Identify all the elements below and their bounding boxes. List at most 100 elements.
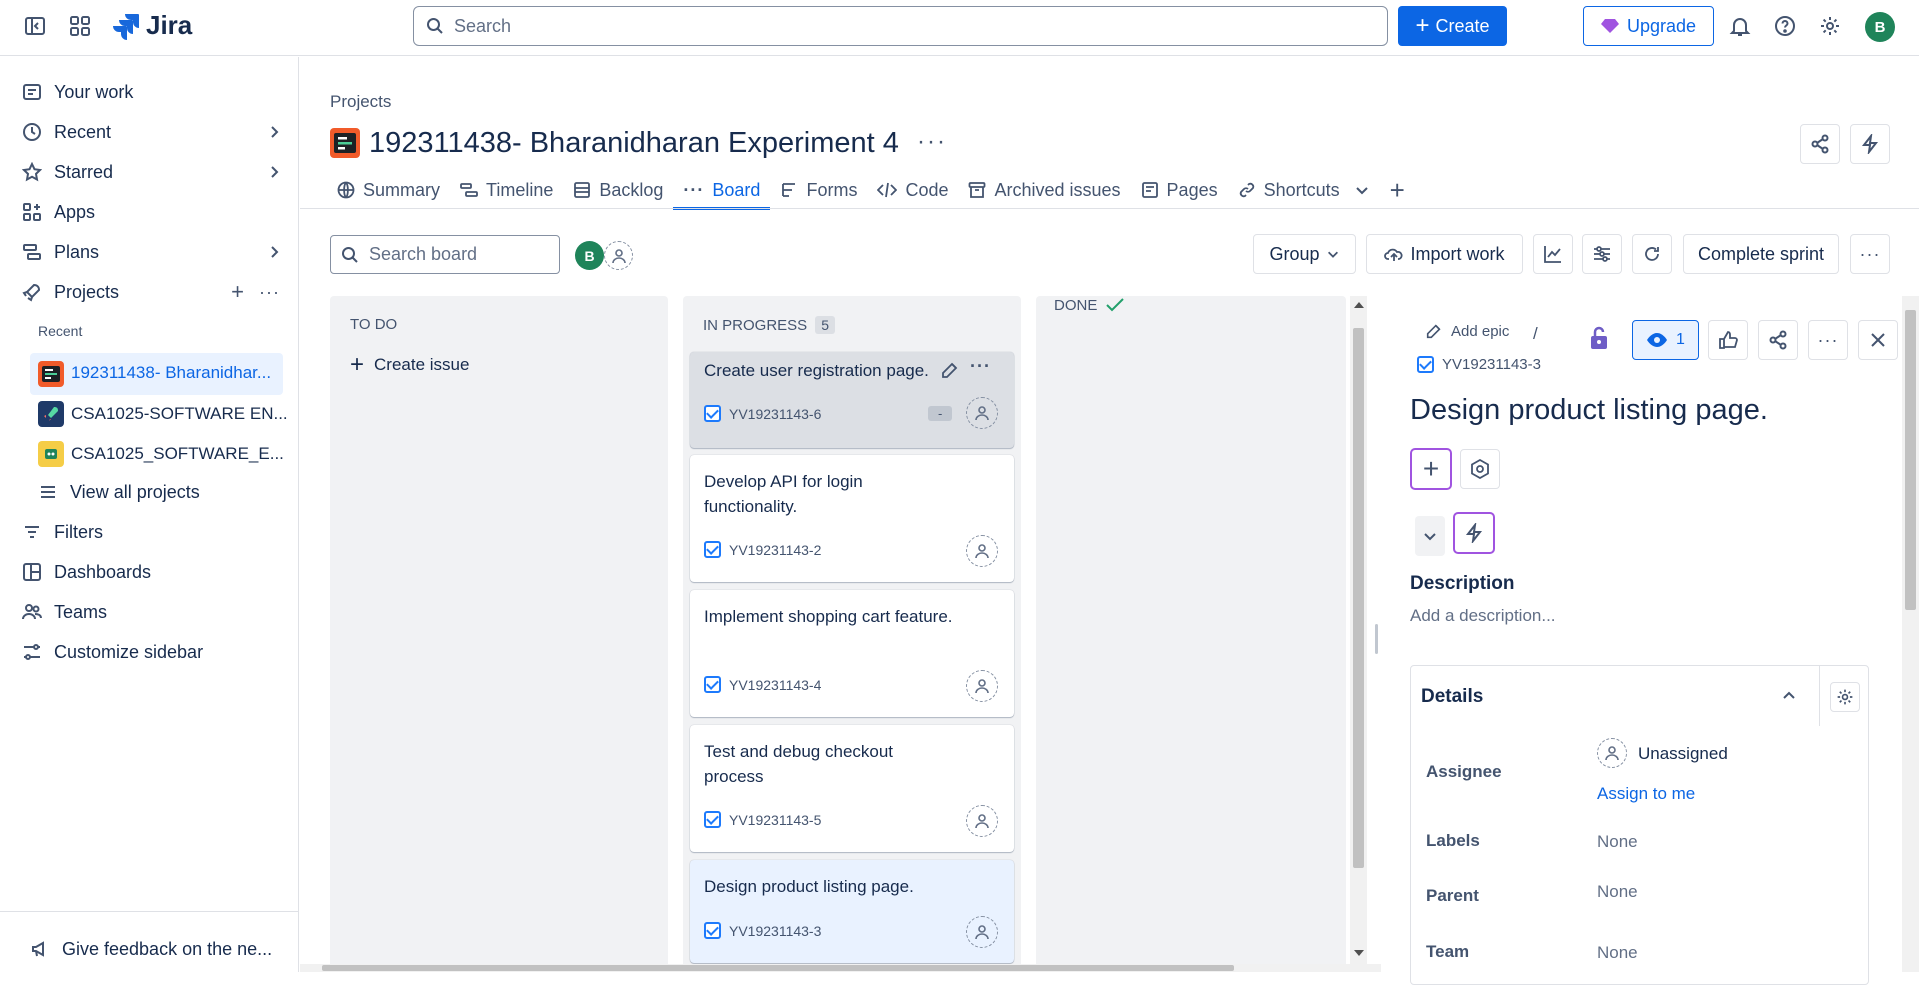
user-avatar[interactable]: B [1865, 12, 1895, 42]
add-child-plus-button[interactable]: + [1410, 448, 1452, 490]
sidebar-toggle-icon[interactable] [19, 10, 51, 42]
create-button[interactable]: + Create [1398, 6, 1507, 46]
issue-key-link[interactable]: YV19231143-3 [1417, 356, 1541, 373]
sidebar-item-starred[interactable]: Starred [22, 154, 282, 190]
board-horizontal-scrollbar[interactable] [300, 964, 1381, 972]
labels-value[interactable]: None [1597, 832, 1638, 852]
tab-forms[interactable]: Forms [770, 173, 867, 207]
team-value[interactable]: None [1597, 943, 1638, 963]
sidebar-recent-project-active[interactable]: 192311438- Bharanidhar... [30, 353, 283, 395]
apps-gear-icon[interactable] [1460, 449, 1500, 489]
panel-resize-handle[interactable] [1375, 624, 1378, 654]
view-settings-sliders-icon[interactable] [1582, 234, 1622, 274]
sidebar-item-label: Dashboards [54, 561, 152, 582]
issue-key: YV19231143-2 [729, 541, 822, 558]
projects-more-icon[interactable]: ··· [259, 282, 280, 303]
tab-label: Backlog [599, 179, 664, 200]
settings-gear-icon[interactable] [1814, 10, 1846, 42]
tab-board[interactable]: ··· Board [673, 173, 771, 210]
expand-chevron-down-icon[interactable] [1415, 516, 1445, 556]
thumbs-up-icon[interactable] [1708, 320, 1748, 360]
project-more-icon[interactable]: ··· [917, 128, 947, 156]
tab-pages[interactable]: Pages [1131, 173, 1228, 207]
details-settings-gear-icon[interactable] [1830, 682, 1860, 712]
sidebar-item-dashboards[interactable]: Dashboards [22, 554, 282, 590]
tab-summary[interactable]: Summary [327, 173, 450, 207]
issue-card[interactable]: Develop API for login functionality. YV1… [690, 455, 1014, 582]
sidebar-item-recent[interactable]: Recent [22, 114, 282, 150]
column-in-progress-label: IN PROGRESS [703, 316, 808, 334]
upgrade-button[interactable]: Upgrade [1583, 6, 1714, 46]
sidebar-item-customize[interactable]: Customize sidebar [22, 634, 282, 670]
issue-title[interactable]: Design product listing page. [1410, 394, 1768, 427]
sidebar-item-apps[interactable]: Apps [22, 194, 282, 230]
automation-lightning-icon[interactable] [1453, 512, 1495, 554]
complete-sprint-button[interactable]: Complete sprint [1683, 234, 1839, 274]
sidebar-item-projects[interactable]: Projects + ··· [22, 274, 282, 310]
edit-pencil-icon[interactable] [940, 360, 960, 380]
breadcrumb[interactable]: Projects [330, 92, 391, 112]
board-user-avatar[interactable]: B [575, 241, 604, 270]
board-vertical-scrollbar[interactable] [1350, 296, 1367, 964]
issue-card-selected[interactable]: Design product listing page. YV19231143-… [690, 860, 1014, 963]
sidebar-recent-project[interactable]: CSA1025_SOFTWARE_E... [30, 434, 284, 474]
panel-vertical-scrollbar[interactable] [1902, 296, 1919, 972]
sidebar-item-your-work[interactable]: Your work [22, 74, 282, 110]
parent-value[interactable]: None [1597, 882, 1638, 902]
tab-backlog[interactable]: Backlog [563, 173, 673, 207]
notifications-bell-icon[interactable] [1724, 10, 1756, 42]
refresh-icon[interactable] [1632, 234, 1672, 274]
tab-archived-issues[interactable]: Archived issues [958, 173, 1130, 207]
tab-shortcuts[interactable]: Shortcuts [1228, 173, 1380, 207]
issue-card[interactable]: Create user registration page. ··· YV192… [690, 352, 1014, 448]
close-icon[interactable] [1858, 320, 1898, 360]
assignee-value[interactable]: Unassigned [1638, 744, 1728, 764]
scroll-up-arrow-icon[interactable] [1354, 302, 1364, 308]
app-switcher-icon[interactable] [64, 10, 96, 42]
automation-lightning-icon[interactable] [1850, 124, 1890, 164]
scroll-down-arrow-icon[interactable] [1354, 950, 1364, 956]
assignee-avatar-icon[interactable] [966, 397, 998, 429]
sidebar-item-filters[interactable]: Filters [22, 514, 282, 550]
add-project-plus-icon[interactable]: + [231, 279, 244, 305]
sidebar-item-plans[interactable]: Plans [22, 234, 282, 270]
tab-code[interactable]: Code [867, 173, 958, 207]
tab-timeline[interactable]: Timeline [450, 173, 563, 207]
board-more-icon[interactable]: ··· [1850, 234, 1890, 274]
board-search-input[interactable]: Search board [330, 235, 560, 274]
share-icon[interactable] [1800, 124, 1840, 164]
sidebar-recent-project[interactable]: CSA1025-SOFTWARE EN... [30, 394, 288, 434]
assignee-avatar-icon[interactable] [966, 805, 998, 837]
jira-logo[interactable]: Jira [112, 10, 192, 41]
share-icon[interactable] [1758, 320, 1798, 360]
watch-button[interactable]: 1 [1632, 320, 1699, 360]
assign-to-me-link[interactable]: Assign to me [1597, 784, 1695, 804]
global-search-input[interactable]: Search [413, 6, 1388, 46]
scrollbar-thumb[interactable] [1353, 328, 1364, 868]
add-epic-button[interactable]: Add epic [1425, 322, 1509, 340]
issue-card[interactable]: Implement shopping cart feature. YV19231… [690, 590, 1014, 717]
assignee-avatar-icon[interactable] [966, 670, 998, 702]
assignee-avatar-icon[interactable] [966, 535, 998, 567]
description-placeholder[interactable]: Add a description... [1410, 606, 1556, 626]
task-checkbox-icon [1417, 356, 1434, 373]
scrollbar-thumb[interactable] [1905, 310, 1916, 610]
import-work-button[interactable]: Import work [1366, 234, 1523, 274]
unlock-icon[interactable] [1588, 326, 1610, 350]
help-icon[interactable] [1769, 10, 1801, 42]
card-more-icon[interactable]: ··· [970, 356, 991, 377]
sidebar-item-view-all-projects[interactable]: View all projects [38, 474, 298, 510]
issue-card[interactable]: Test and debug checkout process YV192311… [690, 725, 1014, 852]
group-dropdown[interactable]: Group [1253, 234, 1356, 274]
issue-more-icon[interactable]: ··· [1808, 320, 1848, 360]
create-issue-button[interactable]: + Create issue [350, 353, 469, 377]
sidebar-item-teams[interactable]: Teams [22, 594, 282, 630]
insights-chart-icon[interactable] [1533, 234, 1573, 274]
sidebar-item-label: Filters [54, 521, 103, 542]
details-header[interactable]: Details [1411, 666, 1820, 726]
unassigned-avatar-filter[interactable] [604, 241, 633, 270]
assignee-avatar-icon[interactable] [966, 916, 998, 948]
scrollbar-thumb[interactable] [322, 965, 1234, 971]
add-tab-plus-icon[interactable]: + [1380, 173, 1415, 207]
sidebar-feedback-link[interactable]: Give feedback on the ne... [30, 931, 290, 967]
